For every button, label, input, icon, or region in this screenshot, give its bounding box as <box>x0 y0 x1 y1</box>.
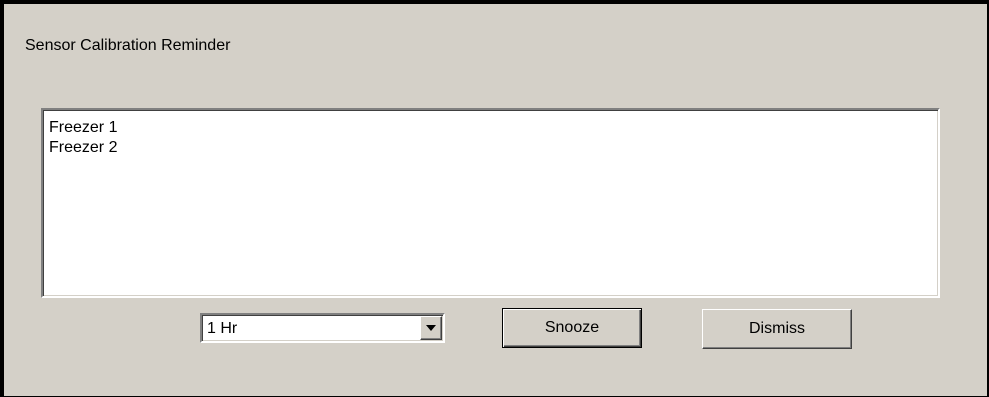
snooze-button[interactable]: Snooze <box>502 308 642 348</box>
snooze-interval-select[interactable]: 1 Hr <box>200 313 445 343</box>
sensor-list[interactable]: Freezer 1 Freezer 2 <box>41 108 940 298</box>
sensor-list-items: Freezer 1 Freezer 2 <box>49 118 117 158</box>
dialog-title: Sensor Calibration Reminder <box>25 37 231 54</box>
snooze-interval-value: 1 Hr <box>207 320 238 337</box>
dropdown-button[interactable] <box>420 316 442 340</box>
snooze-button-label: Snooze <box>544 319 600 336</box>
dismiss-button-label: Dismiss <box>749 320 805 337</box>
dismiss-button[interactable]: Dismiss <box>702 309 852 349</box>
reminder-dialog: Sensor Calibration Reminder Freezer 1 Fr… <box>0 0 989 397</box>
list-item[interactable]: Freezer 1 <box>49 118 117 138</box>
chevron-down-icon <box>426 325 436 331</box>
list-item[interactable]: Freezer 2 <box>49 138 117 158</box>
